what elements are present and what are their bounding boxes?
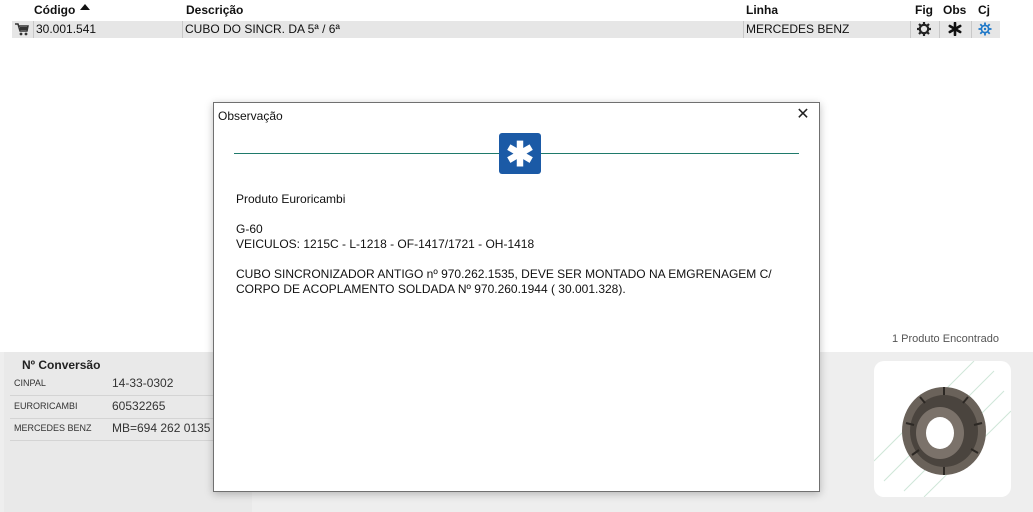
cart-icon[interactable] [15, 23, 29, 36]
observation-badge: ✱ [499, 133, 541, 174]
product-thumbnail[interactable] [873, 360, 1012, 498]
note-line-description-1: CUBO SINCRONIZADOR ANTIGO nº 970.262.153… [236, 267, 772, 281]
column-divider [33, 21, 34, 38]
conversion-brand: CINPAL [14, 378, 46, 388]
note-line-product: Produto Euroricambi [236, 192, 346, 206]
conversion-title: Nº Conversão [22, 358, 101, 372]
asterisk-icon[interactable] [948, 22, 962, 36]
table-header: Código Descrição Linha Fig Obs Cj [0, 0, 1033, 20]
column-divider [971, 21, 972, 38]
conversion-brand: MERCEDES BENZ [14, 423, 92, 433]
column-divider [743, 21, 744, 38]
close-icon[interactable]: ✕ [793, 105, 813, 125]
blue-gear-icon[interactable] [978, 22, 992, 36]
note-line-vehicles: VEICULOS: 1215C - L-1218 - OF-1417/1721 … [236, 237, 535, 251]
table-row[interactable]: 30.001.541 CUBO DO SINCR. DA 5ª / 6ª MER… [12, 21, 1000, 38]
note-line-code: G-60 [236, 222, 263, 236]
column-divider [910, 21, 911, 38]
gear-icon[interactable] [917, 22, 931, 36]
note-line-description-2: CORPO DE ACOPLAMENTO SOLDADA Nº 970.260.… [236, 282, 626, 296]
cell-linha: MERCEDES BENZ [746, 22, 850, 36]
conversion-code: MB=694 262 0135 [112, 421, 211, 435]
header-fig[interactable]: Fig [915, 3, 933, 17]
column-divider [182, 21, 183, 38]
header-descricao[interactable]: Descrição [186, 3, 243, 17]
observation-dialog: Observação ✕ ✱ Produto Euroricambi G-60 … [213, 102, 820, 492]
conversion-brand: EURORICAMBI [14, 401, 78, 411]
cell-descricao: CUBO DO SINCR. DA 5ª / 6ª [185, 22, 340, 36]
product-image [873, 360, 1012, 498]
sort-ascending-icon[interactable] [80, 4, 90, 10]
header-cj[interactable]: Cj [978, 3, 990, 17]
cell-codigo: 30.001.541 [36, 22, 97, 36]
header-codigo[interactable]: Código [34, 3, 75, 17]
results-count: 1 Produto Encontrado [891, 333, 999, 345]
dialog-title: Observação [218, 109, 283, 123]
column-divider [939, 21, 940, 38]
header-obs[interactable]: Obs [943, 3, 966, 17]
conversion-code: 60532265 [112, 399, 166, 413]
conversion-code: 14-33-0302 [112, 376, 174, 390]
asterisk-icon: ✱ [505, 136, 535, 174]
header-linha[interactable]: Linha [746, 3, 778, 17]
